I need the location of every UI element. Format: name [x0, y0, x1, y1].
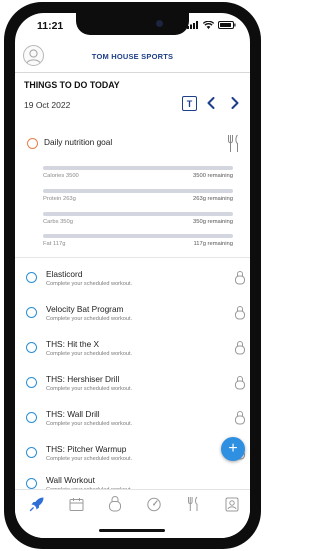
workout-name: THS: Hit the X: [46, 339, 100, 349]
workout-subtitle: Complete your scheduled workout.: [46, 386, 133, 392]
chevron-left-icon[interactable]: [206, 97, 216, 109]
tab-profile[interactable]: [222, 494, 242, 514]
cutlery-icon: [228, 134, 238, 152]
header-divider: [15, 72, 250, 73]
macro-remaining: 117g remaining: [193, 241, 233, 247]
nutrition-title: Daily nutrition goal: [44, 137, 113, 147]
tab-calendar[interactable]: [66, 494, 86, 514]
page-title: THINGS TO DO TODAY: [24, 80, 120, 90]
tab-workouts[interactable]: [105, 494, 125, 514]
dashboard-icon: [147, 497, 161, 512]
nutrition-checkbox[interactable]: [27, 138, 38, 149]
kettlebell-icon: [235, 411, 245, 425]
workout-name: THS: Wall Drill: [46, 409, 100, 419]
progress-track: [43, 212, 233, 216]
workout-name: Wall Workout: [46, 475, 95, 485]
tab-progress[interactable]: [144, 494, 164, 514]
home-indicator[interactable]: [99, 529, 165, 532]
section-divider: [15, 257, 250, 258]
workout-subtitle: Complete your scheduled workout.: [46, 281, 133, 287]
task-checkbox[interactable]: [26, 377, 37, 388]
task-checkbox[interactable]: [26, 272, 37, 283]
phone-frame: 11:21 TOM HOUSE SPORTS THINGS TO DO TODA…: [4, 2, 261, 549]
task-checkbox[interactable]: [26, 447, 37, 458]
workout-name: Velocity Bat Program: [46, 304, 124, 314]
workout-subtitle: Complete your scheduled workout.: [46, 421, 133, 427]
list-item[interactable]: THS: Wall Drill Complete your scheduled …: [15, 407, 250, 435]
list-item[interactable]: Elasticord Complete your scheduled worko…: [15, 267, 250, 295]
task-checkbox[interactable]: [26, 478, 37, 489]
workout-name: Elasticord: [46, 269, 83, 279]
current-date: 19 Oct 2022: [24, 100, 71, 110]
list-item[interactable]: Velocity Bat Program Complete your sched…: [15, 302, 250, 330]
cutlery-icon: [187, 496, 197, 511]
add-button[interactable]: +: [221, 437, 245, 461]
status-time: 11:21: [37, 20, 64, 32]
macro-remaining: 350g remaining: [193, 219, 233, 225]
tab-nutrition[interactable]: [183, 494, 203, 514]
app-screen: 11:21 TOM HOUSE SPORTS THINGS TO DO TODA…: [15, 13, 250, 538]
nutrition-goal-row[interactable]: Daily nutrition goal: [15, 134, 250, 156]
workout-name: THS: Pitcher Warmup: [46, 444, 127, 454]
rocket-icon: [29, 497, 44, 512]
progress-track: [43, 189, 233, 193]
brand-title: TOM HOUSE SPORTS: [91, 52, 174, 61]
task-checkbox[interactable]: [26, 412, 37, 423]
status-icons: [187, 21, 236, 29]
kettlebell-icon: [235, 376, 245, 390]
today-button[interactable]: T: [182, 96, 197, 111]
calendar-icon: [69, 497, 83, 511]
list-item[interactable]: THS: Hershiser Drill Complete your sched…: [15, 372, 250, 400]
list-item[interactable]: THS: Hit the X Complete your scheduled w…: [15, 337, 250, 365]
workout-subtitle: Complete your scheduled workout.: [46, 456, 133, 462]
progress-track: [43, 234, 233, 238]
kettlebell-icon: [235, 271, 245, 285]
macro-label: Carbs 350g: [43, 219, 73, 225]
macro-remaining: 263g remaining: [193, 196, 233, 202]
macro-label: Calories 3500: [43, 173, 79, 179]
task-checkbox[interactable]: [26, 307, 37, 318]
battery-icon: [218, 21, 236, 29]
profile-icon: [225, 497, 239, 511]
list-item[interactable]: THS: Pitcher Warmup Complete your schedu…: [15, 442, 250, 470]
workout-subtitle: Complete your scheduled workout.: [46, 351, 133, 357]
kettlebell-icon: [109, 496, 121, 512]
macro-label: Protein 263g: [43, 196, 76, 202]
kettlebell-icon: [235, 306, 245, 320]
macro-label: Fat 117g: [43, 241, 66, 247]
macro-remaining: 3500 remaining: [193, 173, 233, 179]
kettlebell-icon: [235, 341, 245, 355]
workout-subtitle: Complete your scheduled workout.: [46, 316, 133, 322]
app-header: TOM HOUSE SPORTS: [15, 43, 250, 73]
wifi-icon: [203, 21, 214, 29]
task-checkbox[interactable]: [26, 342, 37, 353]
camera-notch: [76, 13, 189, 35]
chevron-right-icon[interactable]: [230, 97, 240, 109]
progress-track: [43, 166, 233, 170]
workout-name: THS: Hershiser Drill: [46, 374, 120, 384]
tab-home[interactable]: [27, 494, 47, 514]
